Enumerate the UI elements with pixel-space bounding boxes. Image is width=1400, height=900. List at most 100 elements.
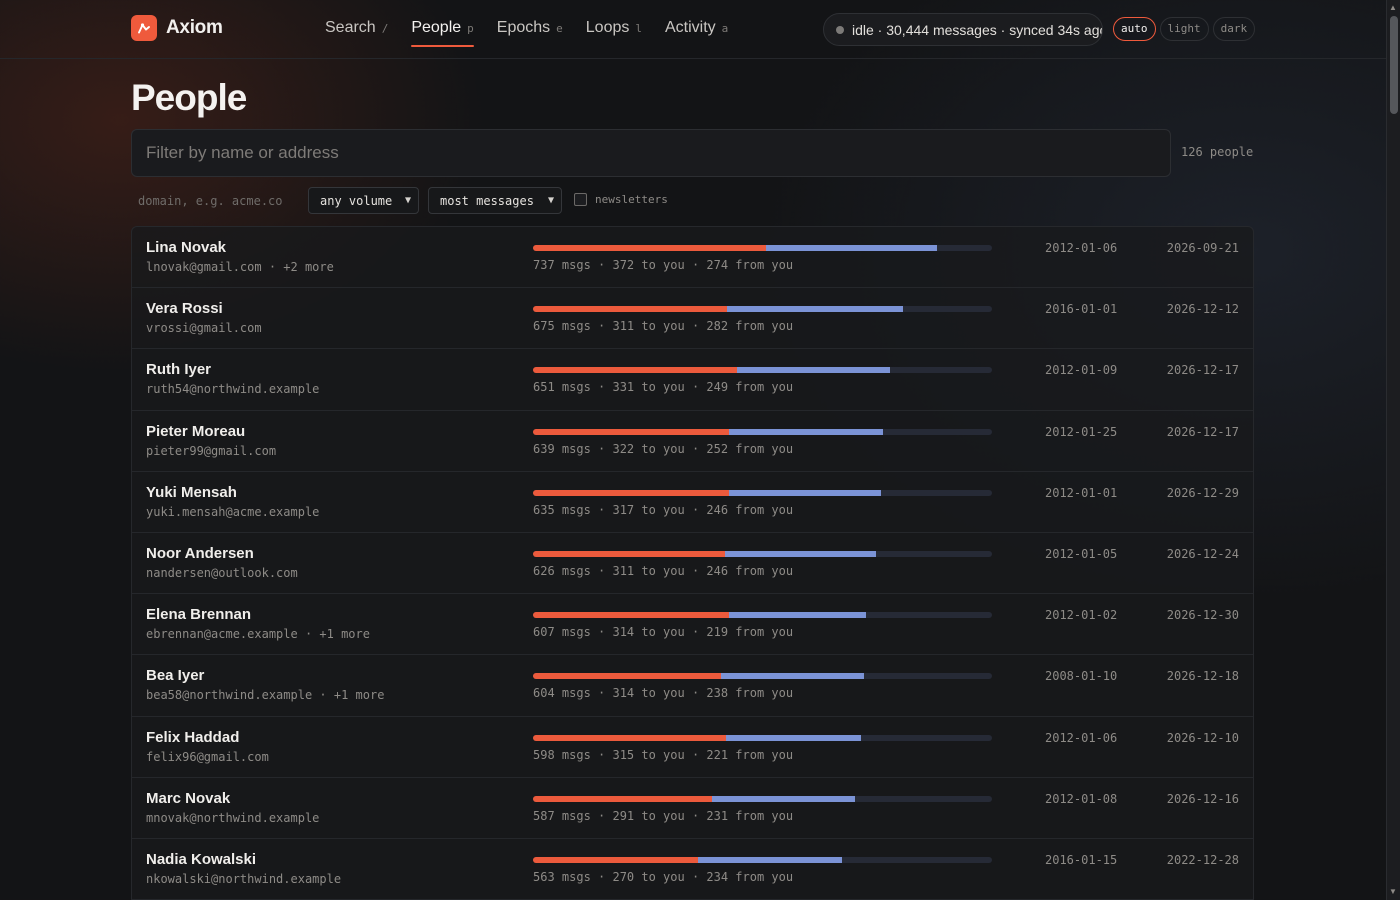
- first-contact-date: 2008-01-10: [1045, 669, 1118, 684]
- nav-tab-label: Epochs: [496, 19, 551, 36]
- table-row[interactable]: Elena Brennan ebrennan@acme.example · +1 …: [132, 594, 1253, 656]
- person-name: Elena Brennan: [146, 606, 252, 624]
- domain-filter-input[interactable]: [131, 188, 296, 214]
- first-contact-date: 2016-01-01: [1045, 302, 1118, 317]
- message-volume-bar: [533, 734, 992, 741]
- person-address: pieter99@gmail.com: [146, 443, 277, 458]
- table-row[interactable]: Yuki Mensah yuki.mensah@acme.example 635 m…: [132, 472, 1253, 533]
- nav-tab-loops[interactable]: Loops l: [586, 0, 642, 59]
- message-volume-bar: [533, 367, 992, 374]
- filter-search-input[interactable]: [132, 130, 1170, 176]
- first-contact-date: 2012-01-06: [1045, 730, 1118, 745]
- nav-tab-label: Search: [325, 19, 376, 36]
- nav-tab-label: Loops: [585, 19, 630, 36]
- sort-select[interactable]: most messages ▼: [428, 187, 562, 214]
- volume-select-value: any volume: [320, 193, 393, 208]
- scroll-down-icon[interactable]: ▼: [1389, 887, 1397, 896]
- bar-segment-to-you: [533, 734, 726, 741]
- bar-segment-to-you: [533, 795, 713, 802]
- nav-tab-search[interactable]: Search /: [325, 0, 388, 59]
- message-volume-bar: [533, 245, 992, 251]
- last-contact-date: 2026-09-21: [1166, 241, 1239, 255]
- bar-segment-from-you: [728, 612, 866, 619]
- table-row[interactable]: Marc Novak mnovak@northwind.example 587 ms…: [132, 778, 1253, 839]
- table-row[interactable]: Felix Haddad felix96@gmail.com 598 msgs · …: [132, 717, 1253, 778]
- message-volume-bar: [533, 550, 992, 557]
- nav-tab-shortcut: a: [721, 22, 729, 35]
- newsletters-label: newsletters: [595, 193, 668, 206]
- person-name: Marc Novak: [146, 789, 231, 807]
- message-stats: 587 msgs · 291 to you · 231 from you: [533, 808, 794, 823]
- nav-tab-shortcut: /: [381, 22, 389, 35]
- message-stats: 635 msgs · 317 to you · 246 from you: [533, 502, 794, 517]
- person-name: Lina Novak: [146, 239, 227, 256]
- first-contact-date: 2012-01-25: [1045, 424, 1118, 439]
- message-stats: 675 msgs · 311 to you · 282 from you: [533, 319, 794, 334]
- last-contact-date: 2026-12-10: [1166, 730, 1239, 745]
- first-contact-date: 2012-01-01: [1045, 485, 1118, 500]
- brand-name: Axiom: [166, 17, 223, 38]
- table-row[interactable]: Nadia Kowalski nkowalski@northwind.exampl…: [132, 839, 1253, 900]
- bar-segment-from-you: [698, 856, 842, 863]
- bar-segment-from-you: [712, 795, 855, 802]
- person-address: mnovak@northwind.example: [146, 810, 320, 825]
- bar-segment-to-you: [533, 489, 729, 496]
- person-name: Ruth Iyer: [146, 361, 212, 379]
- nav-tab-shortcut: l: [635, 22, 642, 35]
- message-stats: 626 msgs · 311 to you · 246 from you: [533, 563, 794, 578]
- nav-tab-label: People: [411, 19, 462, 36]
- person-address: lnovak@gmail.com · +2 more: [146, 260, 334, 274]
- last-contact-date: 2026-12-30: [1166, 608, 1239, 623]
- person-address: felix96@gmail.com: [146, 749, 269, 764]
- message-stats: 598 msgs · 315 to you · 221 from you: [533, 747, 794, 762]
- first-contact-date: 2012-01-02: [1045, 608, 1118, 623]
- nav-tab-epochs[interactable]: Epochs e: [497, 0, 563, 59]
- message-volume-bar: [533, 612, 992, 619]
- message-volume-bar: [533, 306, 992, 313]
- table-row[interactable]: Noor Andersen nandersen@outlook.com 626 ms…: [132, 533, 1253, 595]
- bar-segment-from-you: [725, 734, 861, 741]
- theme-auto-button[interactable]: auto: [1113, 17, 1156, 41]
- last-contact-date: 2026-12-29: [1166, 485, 1239, 500]
- chevron-down-icon: ▼: [547, 195, 554, 206]
- nav-tab-people[interactable]: People p: [411, 0, 475, 59]
- bar-segment-from-you: [721, 673, 865, 680]
- sync-status: idle · 30,444 messages · synced 34s ago: [823, 13, 1103, 46]
- last-contact-date: 2026-12-18: [1166, 669, 1239, 684]
- table-row[interactable]: Bea Iyer bea58@northwind.example · +1 mor…: [132, 655, 1253, 717]
- theme-dark-button[interactable]: dark: [1212, 17, 1256, 41]
- bar-segment-from-you: [729, 428, 884, 435]
- nav-tab-activity[interactable]: Activity a: [665, 0, 728, 59]
- chevron-down-icon: ▼: [404, 195, 411, 206]
- newsletters-toggle[interactable]: newsletters: [574, 193, 668, 206]
- brand[interactable]: Axiom: [131, 15, 223, 41]
- bar-segment-to-you: [533, 673, 722, 680]
- last-contact-date: 2026-12-16: [1166, 791, 1239, 806]
- person-address: ebrennan@acme.example · +1 more: [146, 627, 370, 642]
- bar-segment-from-you: [724, 550, 877, 557]
- message-stats: 604 msgs · 314 to you · 238 from you: [533, 686, 794, 701]
- people-table: Lina Novak lnovak@gmail.com · +2 more 737 …: [131, 226, 1254, 900]
- table-row[interactable]: Lina Novak lnovak@gmail.com · +2 more 737 …: [132, 227, 1253, 289]
- scrollbar[interactable]: ▲ ▼: [1386, 0, 1400, 900]
- bar-segment-to-you: [533, 550, 725, 557]
- bar-segment-to-you: [533, 306, 728, 313]
- status-dot-icon: [836, 25, 844, 34]
- last-contact-date: 2026-12-17: [1166, 424, 1239, 439]
- person-address: ruth54@northwind.example: [146, 382, 320, 397]
- table-row[interactable]: Ruth Iyer ruth54@northwind.example 651 msg…: [132, 349, 1253, 411]
- scroll-up-icon[interactable]: ▲: [1389, 3, 1397, 12]
- bar-segment-to-you: [533, 245, 766, 251]
- newsletters-checkbox[interactable]: [574, 193, 587, 206]
- volume-select[interactable]: any volume ▼: [308, 187, 419, 214]
- people-count: 126 people: [1181, 145, 1254, 159]
- table-row[interactable]: Pieter Moreau pieter99@gmail.com 639 msgs …: [132, 411, 1253, 472]
- nav-tab-label: Activity: [665, 19, 716, 36]
- table-row[interactable]: Vera Rossi vrossi@gmail.com 675 msgs · 311…: [132, 288, 1253, 350]
- message-stats: 651 msgs · 331 to you · 249 from you: [533, 380, 794, 395]
- scrollbar-thumb[interactable]: [1390, 16, 1398, 114]
- bar-segment-to-you: [533, 612, 729, 619]
- theme-light-button[interactable]: light: [1159, 17, 1209, 41]
- filter-search: [131, 129, 1171, 177]
- first-contact-date: 2012-01-05: [1045, 546, 1118, 561]
